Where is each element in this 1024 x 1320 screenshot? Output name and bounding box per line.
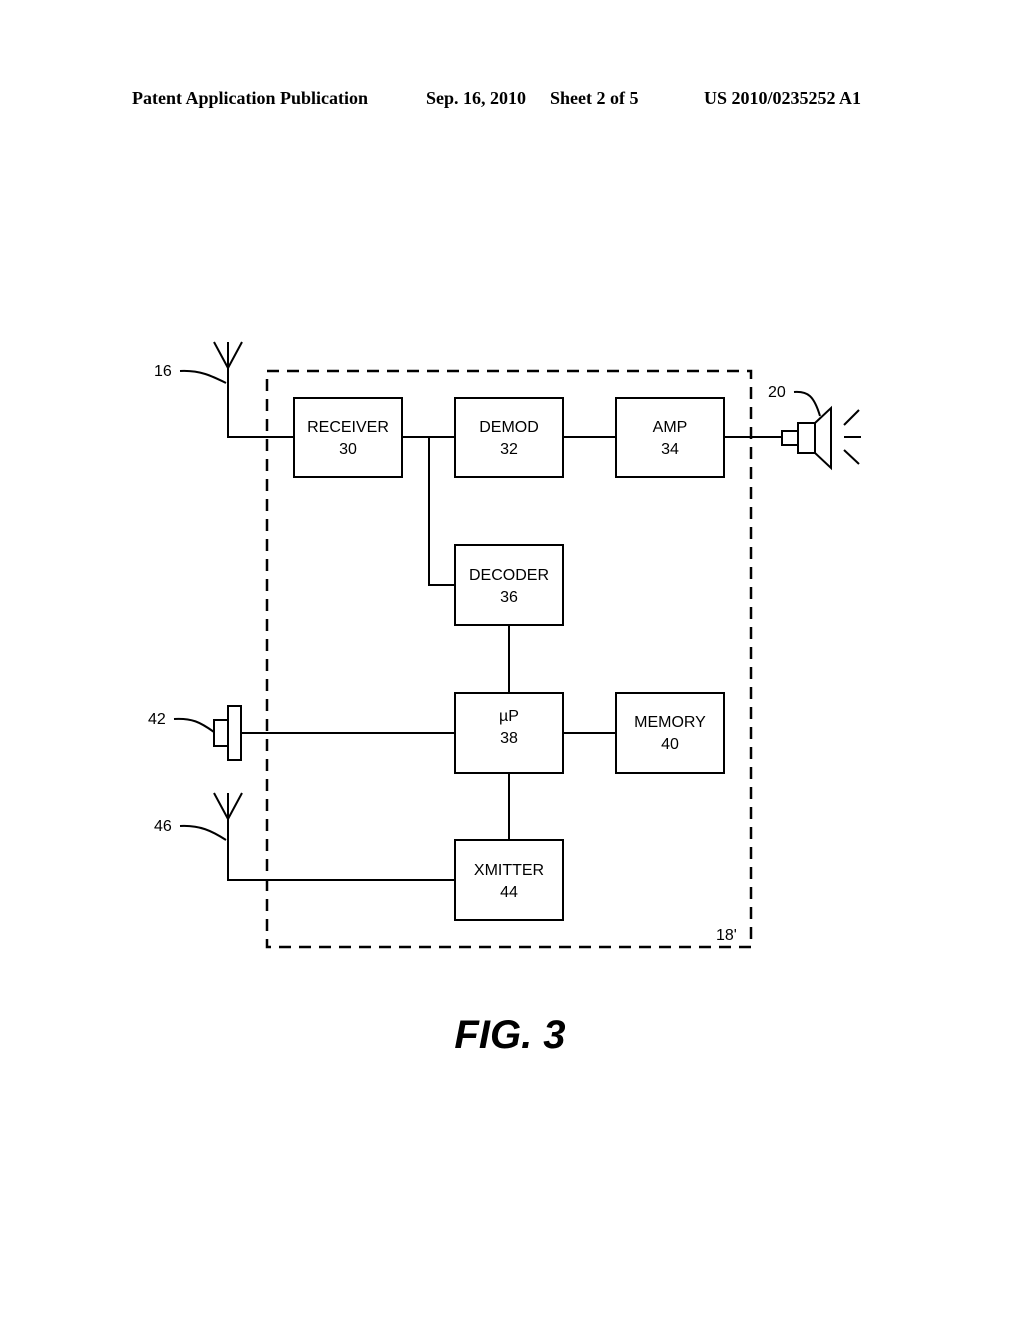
block-up-ref: 38: [500, 730, 518, 747]
speaker-icon: [781, 405, 861, 471]
antenna-rx-icon: [213, 341, 243, 371]
wire-antenna-xmitter: [227, 820, 455, 881]
wire-antenna-receiver: [227, 368, 294, 438]
device-ref-label: 18': [716, 927, 737, 944]
block-demod-ref: 32: [500, 441, 518, 458]
block-amp-ref: 34: [661, 441, 679, 458]
block-xmitter-ref: 44: [500, 884, 518, 901]
block-memory-name: MEMORY: [634, 714, 706, 731]
leader-line-42: [173, 717, 215, 733]
block-receiver-ref: 30: [339, 441, 357, 458]
ref-label-46: 46: [154, 818, 172, 835]
figure-caption: FIG. 3: [454, 1013, 565, 1057]
block-amp: AMP 34: [615, 397, 725, 478]
block-receiver: RECEIVER 30: [293, 397, 403, 478]
ref-label-20: 20: [768, 384, 786, 401]
leader-line-16: [179, 369, 227, 384]
block-decoder-ref: 36: [500, 589, 518, 606]
block-amp-name: AMP: [653, 419, 688, 436]
block-demod: DEMOD 32: [454, 397, 564, 478]
antenna-tx-icon: [213, 792, 243, 822]
leader-line-20: [793, 390, 821, 417]
block-xmitter-name: XMITTER: [474, 862, 544, 879]
button-icon: [213, 705, 242, 761]
leader-line-46: [179, 824, 227, 841]
block-memory-ref: 40: [661, 736, 679, 753]
block-decoder: DECODER 36: [454, 544, 564, 626]
block-microprocessor: µP 38: [454, 692, 564, 774]
block-up-name: µP: [499, 708, 519, 725]
block-decoder-name: DECODER: [469, 567, 549, 584]
block-xmitter: XMITTER 44: [454, 839, 564, 921]
ref-label-42: 42: [148, 711, 166, 728]
block-receiver-name: RECEIVER: [307, 419, 389, 436]
wire-receiver-decoder: [428, 437, 455, 586]
ref-label-16: 16: [154, 363, 172, 380]
block-demod-name: DEMOD: [479, 419, 539, 436]
block-diagram: 18' RECEIVER 30 DEMOD 32 AMP 34 DECODER …: [148, 341, 861, 1057]
block-memory: MEMORY 40: [615, 692, 725, 774]
